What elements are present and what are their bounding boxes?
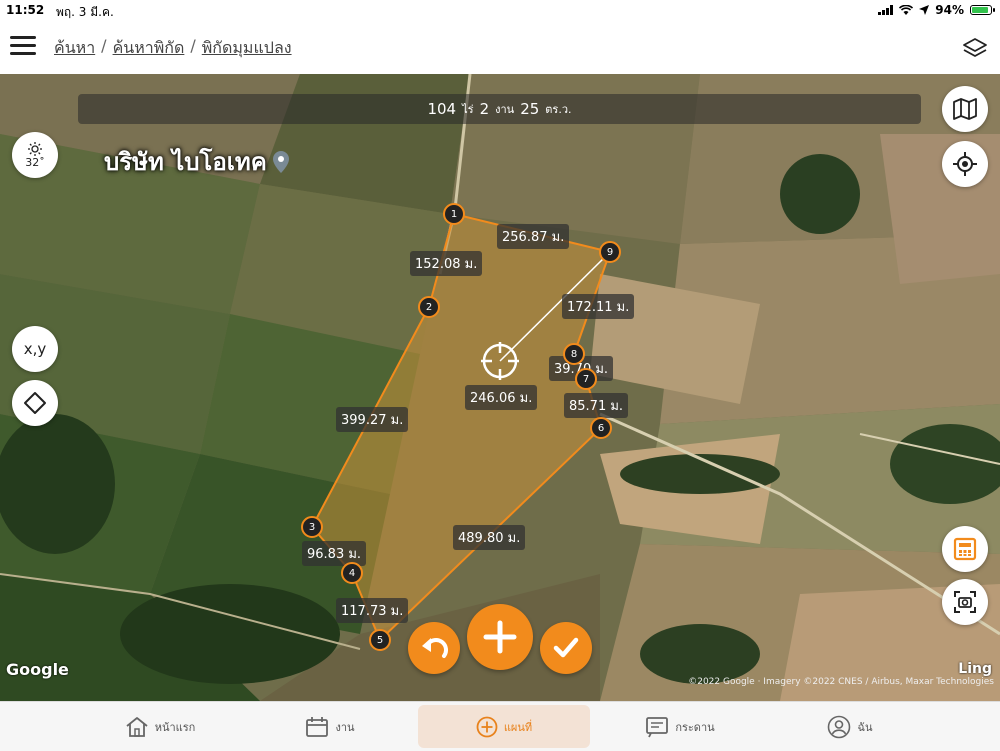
imagery-credit: ©2022 Google · Imagery ©2022 CNES / Airb… — [688, 677, 994, 687]
diamond-direction-icon — [24, 392, 46, 414]
breadcrumb-separator: / — [190, 36, 196, 55]
place-label-text: บริษัท ไบโอเทค — [104, 148, 267, 176]
map-view-button[interactable] — [942, 86, 988, 132]
segment-length-label: 489.80 ม. — [453, 525, 526, 550]
area-ngan-value: 2 — [479, 100, 490, 118]
vertex-point-8[interactable]: 8 — [563, 343, 585, 365]
breadcrumb-search-coordinates[interactable]: ค้นหาพิกัด — [113, 36, 185, 61]
area-ngan-unit: งาน — [495, 103, 515, 116]
segment-length-label: 246.06 ม. — [465, 385, 538, 410]
status-bar: 11:52 พฤ. 3 มี.ค. 94% — [0, 0, 1000, 22]
hamburger-menu-icon[interactable] — [10, 36, 36, 58]
nav-board-label: กระดาน — [675, 720, 715, 734]
segment-length-label: 152.08 ม. — [410, 251, 483, 276]
wifi-icon — [899, 4, 914, 15]
vertex-point-4[interactable]: 4 — [341, 562, 363, 584]
capture-button[interactable] — [942, 579, 988, 625]
map-icon — [953, 98, 977, 120]
area-rai-unit: ไร่ — [462, 103, 474, 116]
temperature-value: 32˚ — [25, 155, 45, 169]
user-icon — [828, 715, 851, 738]
nav-jobs-label: งาน — [335, 720, 355, 734]
sun-icon — [28, 141, 42, 156]
location-arrow-icon — [919, 5, 930, 15]
vertex-point-1[interactable]: 1 — [443, 203, 465, 225]
my-location-button[interactable] — [942, 141, 988, 187]
satellite-map[interactable]: 104 ไร่ 2 งาน 25 ตร.ว. บริษัท ไบโอเทค 32… — [0, 74, 1000, 701]
calendar-icon — [306, 716, 329, 737]
nav-map[interactable]: แผนที่ — [418, 705, 590, 748]
segment-length-label: 117.73 ม. — [336, 598, 409, 623]
nav-jobs[interactable]: งาน — [250, 702, 410, 751]
nav-home[interactable]: หน้าแรก — [80, 702, 240, 751]
vertex-point-3[interactable]: 3 — [301, 516, 323, 538]
area-rai-value: 104 — [427, 100, 457, 118]
calculator-button[interactable] — [942, 526, 988, 572]
vertex-point-5[interactable]: 5 — [369, 629, 391, 651]
vertex-point-2[interactable]: 2 — [418, 296, 440, 318]
breadcrumb-search[interactable]: ค้นหา — [54, 36, 95, 61]
plot-area-summary: 104 ไร่ 2 งาน 25 ตร.ว. — [78, 94, 921, 124]
cellular-signal-icon — [878, 5, 894, 15]
home-icon — [126, 716, 148, 737]
weather-button[interactable]: 32˚ — [12, 132, 58, 178]
calculator-icon — [953, 537, 977, 561]
vertex-point-9[interactable]: 9 — [599, 241, 621, 263]
area-wa-value: 25 — [520, 100, 540, 118]
status-date: พฤ. 3 มี.ค. — [56, 5, 114, 19]
segment-length-label: 85.71 ม. — [564, 393, 629, 418]
xy-coordinate-button[interactable]: x,y — [12, 326, 58, 372]
breadcrumb: ค้นหา / ค้นหาพิกัด / พิกัดมุมแปลง — [54, 36, 292, 61]
status-time: 11:52 — [6, 3, 45, 17]
battery-icon — [970, 5, 995, 15]
add-point-button[interactable] — [467, 604, 533, 670]
segment-length-label: 256.87 ม. — [497, 224, 570, 249]
breadcrumb-plot-corner-coordinates[interactable]: พิกัดมุมแปลง — [202, 36, 292, 61]
direction-button[interactable] — [12, 380, 58, 426]
locate-target-icon — [953, 152, 977, 176]
google-logo: Google — [6, 660, 69, 679]
breadcrumb-separator: / — [101, 36, 107, 55]
nav-home-label: หน้าแรก — [154, 720, 196, 734]
plus-icon — [483, 620, 517, 654]
board-icon — [646, 716, 669, 737]
map-pin-icon — [272, 150, 289, 173]
layers-icon[interactable] — [962, 36, 988, 60]
screenshot-capture-icon — [954, 591, 976, 613]
battery-percent: 94% — [935, 3, 964, 17]
status-indicators: 94% — [878, 3, 995, 17]
vertex-point-6[interactable]: 6 — [590, 417, 612, 439]
checkmark-icon — [553, 637, 579, 658]
ling-logo: Ling — [958, 661, 992, 677]
xy-coordinate-label: x,y — [23, 340, 47, 358]
nav-profile[interactable]: ฉัน — [770, 702, 930, 751]
segment-length-label: 399.27 ม. — [336, 407, 409, 432]
add-circle-icon — [476, 716, 498, 737]
area-wa-unit: ตร.ว. — [545, 103, 572, 116]
nav-board[interactable]: กระดาน — [600, 702, 760, 751]
vertex-point-7[interactable]: 7 — [575, 368, 597, 390]
nav-map-label: แผนที่ — [503, 720, 533, 734]
segment-length-label: 172.11 ม. — [562, 294, 635, 319]
place-label[interactable]: บริษัท ไบโอเทค — [104, 142, 289, 181]
bottom-navigation: หน้าแรก งาน แผนที่ กระดาน ฉัน — [0, 701, 1000, 751]
nav-profile-label: ฉัน — [857, 720, 873, 734]
undo-button[interactable] — [408, 622, 460, 674]
app-header: ค้นหา / ค้นหาพิกัด / พิกัดมุมแปลง — [0, 22, 1000, 74]
confirm-button[interactable] — [540, 622, 592, 674]
undo-icon — [422, 638, 448, 658]
